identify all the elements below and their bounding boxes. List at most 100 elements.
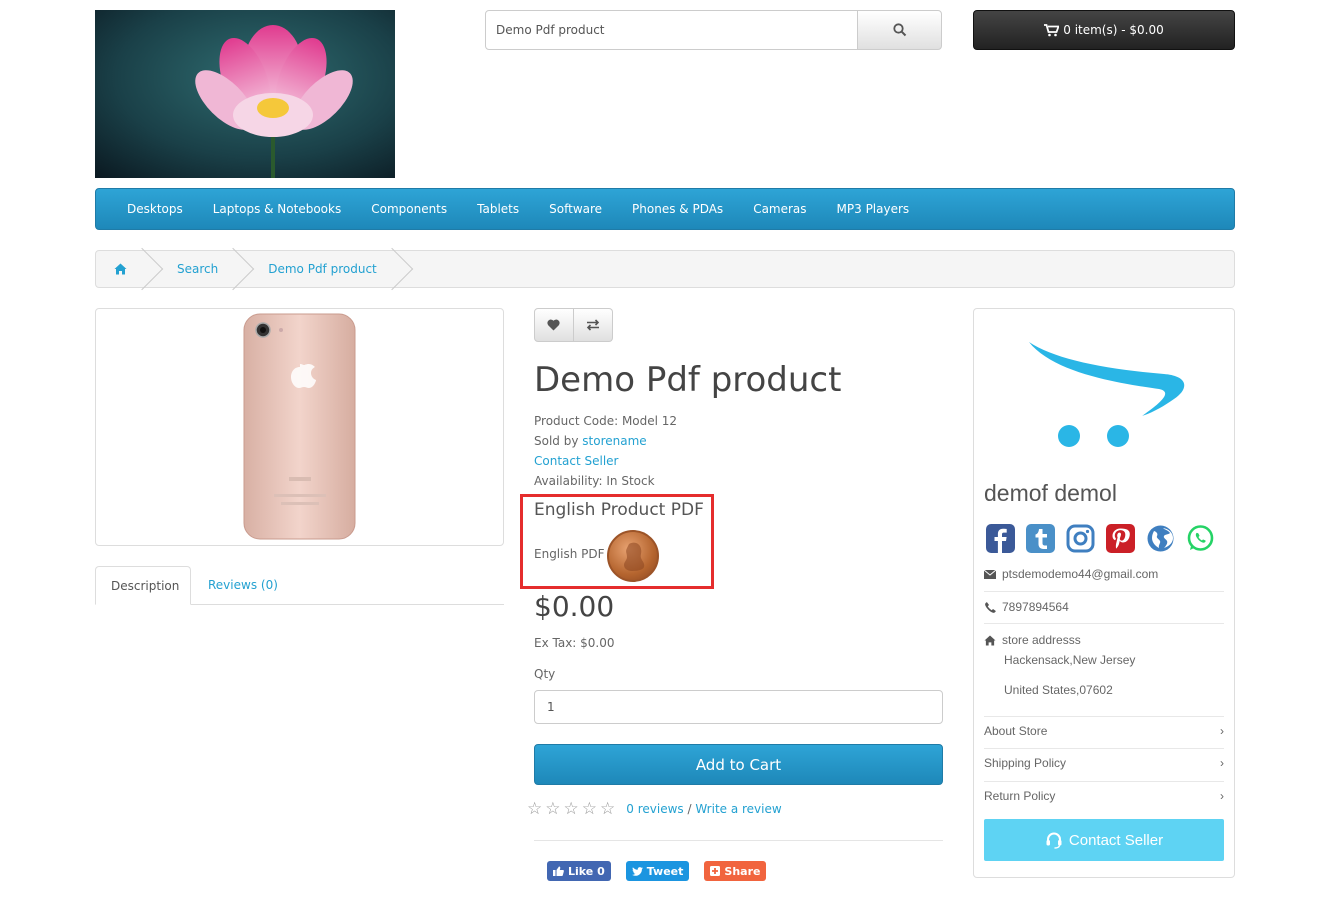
home-icon	[984, 634, 996, 646]
breadcrumb-search[interactable]: Search	[149, 251, 240, 287]
divider	[984, 781, 1224, 782]
divider	[984, 748, 1224, 749]
about-store-label: About Store	[984, 724, 1048, 738]
facebook-icon[interactable]	[986, 524, 1015, 553]
pinterest-icon[interactable]	[1106, 524, 1135, 553]
facebook-like-button[interactable]: Like 0	[547, 861, 611, 881]
availability: Availability: In Stock	[534, 474, 655, 488]
twitter-icon	[631, 866, 643, 876]
divider	[984, 591, 1224, 592]
main-menu: Desktops Laptops & Notebooks Components …	[95, 188, 1235, 230]
qty-label: Qty	[534, 667, 556, 681]
pdf-download-icon[interactable]	[607, 530, 659, 582]
breadcrumb-product[interactable]: Demo Pdf product	[240, 251, 399, 287]
shopping-cart-icon	[1044, 23, 1060, 36]
quantity-input[interactable]: 1	[534, 690, 943, 724]
instagram-icon[interactable]	[1066, 524, 1095, 553]
pdf-heading: English Product PDF	[534, 500, 704, 520]
breadcrumb: Search Demo Pdf product	[95, 250, 1235, 288]
shipping-policy-link[interactable]: Shipping Policy ›	[984, 756, 1224, 770]
return-policy-label: Return Policy	[984, 789, 1056, 803]
store-logo[interactable]	[95, 10, 395, 178]
compare-button[interactable]	[573, 308, 613, 342]
search-button[interactable]	[857, 10, 942, 50]
plus-icon	[710, 866, 721, 876]
star-icon: ☆	[563, 799, 579, 819]
seller-phone: 7897894564	[1002, 600, 1069, 614]
chevron-right-icon: ›	[1220, 724, 1224, 738]
product-action-buttons	[534, 308, 613, 342]
add-to-cart-button[interactable]: Add to Cart	[534, 744, 943, 785]
globe-icon[interactable]	[1146, 524, 1175, 553]
penny-icon	[624, 542, 645, 571]
star-icon: ☆	[581, 799, 597, 819]
product-image-panel[interactable]	[95, 308, 504, 546]
share-button[interactable]: Share	[704, 861, 767, 881]
star-icon: ☆	[600, 799, 616, 819]
product-code: Product Code: Model 12	[534, 414, 678, 428]
tab-reviews[interactable]: Reviews (0)	[193, 566, 293, 605]
product-title: Demo Pdf product	[534, 360, 842, 400]
seller-store-link[interactable]: storename	[582, 434, 646, 448]
contact-seller-label: Contact Seller	[1068, 831, 1164, 849]
menu-item-tablets[interactable]: Tablets	[462, 202, 534, 216]
thumbs-up-icon	[553, 866, 564, 876]
menu-item-software[interactable]: Software	[534, 202, 617, 216]
menu-item-cameras[interactable]: Cameras	[738, 202, 821, 216]
share-label: Share	[724, 864, 761, 878]
review-links: 0 reviews / Write a review	[626, 802, 781, 816]
seller-address-line1: store addresss	[1002, 633, 1081, 647]
product-image	[243, 313, 356, 540]
review-separator: /	[687, 802, 692, 816]
chevron-right-icon: ›	[1220, 756, 1224, 770]
about-store-link[interactable]: About Store ›	[984, 724, 1224, 738]
like-label: Like 0	[568, 864, 605, 878]
reviews-link[interactable]: 0 reviews	[626, 802, 683, 816]
write-review-link[interactable]: Write a review	[695, 802, 781, 816]
return-policy-link[interactable]: Return Policy ›	[984, 789, 1224, 803]
tweet-button[interactable]: Tweet	[625, 861, 690, 881]
divider	[984, 623, 1224, 624]
tumblr-icon[interactable]	[1026, 524, 1055, 553]
home-icon	[114, 263, 127, 275]
share-buttons: Like 0 Tweet Share	[547, 861, 767, 881]
envelope-icon	[984, 569, 996, 579]
cart-total: 0 item(s) - $0.00	[1063, 23, 1164, 37]
product-price: $0.00	[534, 590, 615, 623]
heart-icon	[547, 319, 560, 331]
seller-phone-row: 7897894564	[984, 600, 1224, 614]
cart-button[interactable]: 0 item(s) - $0.00	[973, 10, 1235, 50]
tab-description[interactable]: Description	[95, 566, 191, 605]
contact-seller-link[interactable]: Contact Seller	[534, 454, 619, 468]
star-icon: ☆	[545, 799, 561, 819]
contact-seller-button[interactable]: Contact Seller	[984, 819, 1224, 861]
menu-item-phones[interactable]: Phones & PDAs	[617, 202, 738, 216]
seller-email: ptsdemodemo44@gmail.com	[1002, 567, 1159, 581]
sold-by: Sold by storename	[534, 434, 647, 448]
breadcrumb-home[interactable]	[96, 251, 149, 287]
star-icon: ☆	[527, 799, 543, 819]
chevron-right-icon: ›	[1220, 789, 1224, 803]
shipping-policy-label: Shipping Policy	[984, 756, 1067, 770]
rating-row: ☆ ☆ ☆ ☆ ☆ 0 reviews / Write a review	[527, 800, 782, 818]
search-bar: Demo Pdf product	[485, 10, 942, 50]
seller-name: demof demol	[984, 480, 1117, 506]
whatsapp-icon[interactable]	[1186, 524, 1215, 553]
seller-address-row: store addresss	[984, 633, 1224, 647]
tweet-label: Tweet	[646, 864, 684, 878]
product-tabs: Description Reviews (0)	[95, 566, 504, 605]
headset-icon	[1046, 832, 1062, 849]
menu-item-components[interactable]: Components	[356, 202, 462, 216]
seller-address-line3: United States,07602	[1004, 683, 1113, 697]
pdf-label: English PDF :	[534, 547, 613, 561]
wishlist-button[interactable]	[534, 308, 574, 342]
search-input[interactable]: Demo Pdf product	[485, 10, 858, 50]
search-icon	[892, 23, 906, 37]
sold-by-label: Sold by	[534, 434, 579, 448]
menu-item-mp3-players[interactable]: MP3 Players	[822, 202, 925, 216]
divider	[984, 716, 1224, 717]
menu-item-desktops[interactable]: Desktops	[112, 202, 198, 216]
divider	[534, 840, 943, 841]
menu-item-laptops[interactable]: Laptops & Notebooks	[198, 202, 356, 216]
ex-tax-price: Ex Tax: $0.00	[534, 636, 615, 650]
